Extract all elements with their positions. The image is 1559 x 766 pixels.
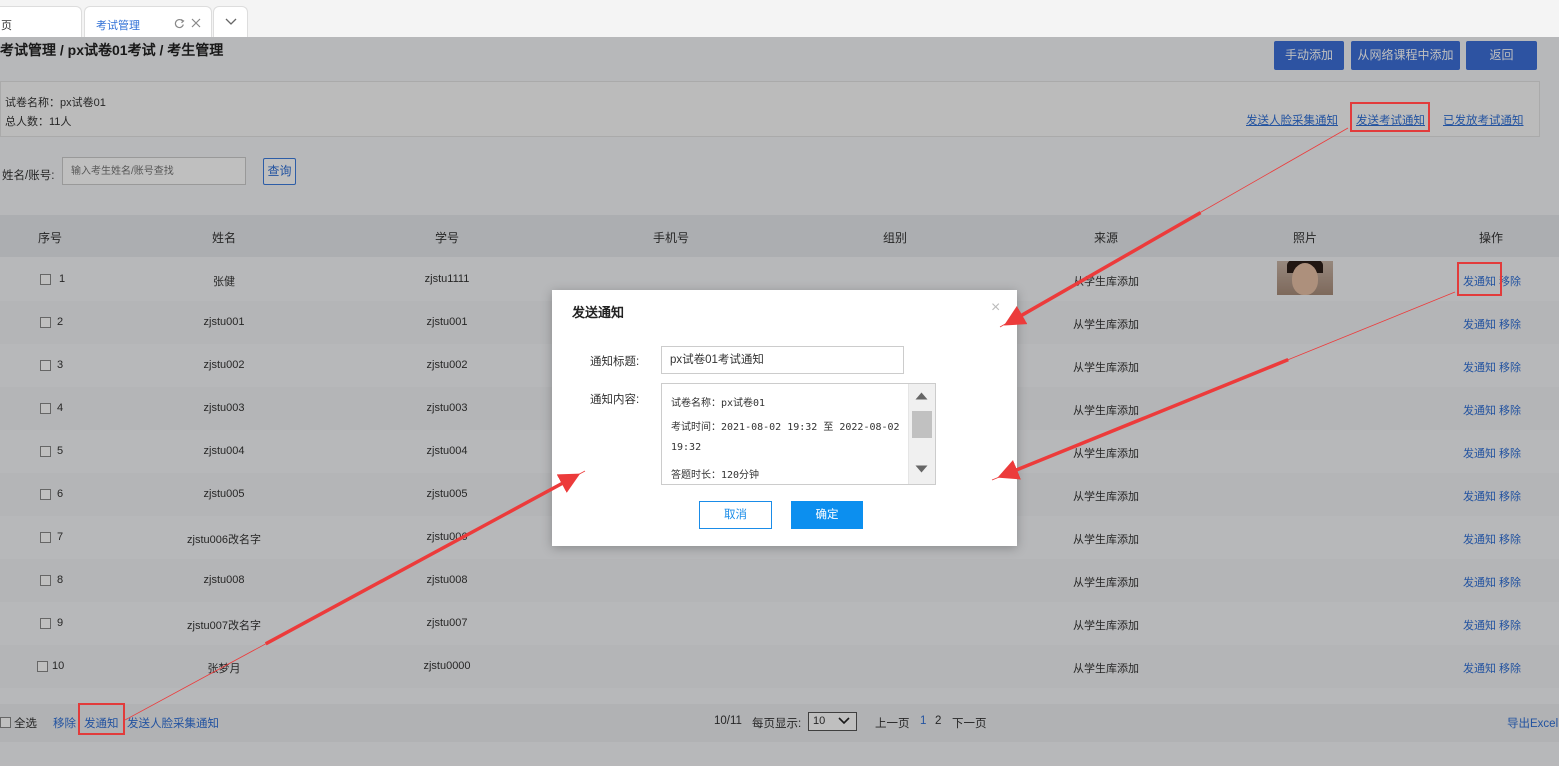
annotation-arrows: [124, 126, 1456, 722]
